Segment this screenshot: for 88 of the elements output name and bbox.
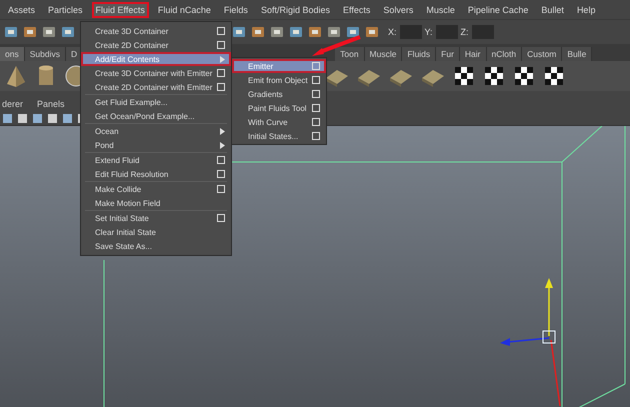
move-manipulator-drawing[interactable]	[500, 278, 561, 406]
coordinate-field[interactable]	[472, 25, 494, 39]
menu-bar-item[interactable]: Solvers	[381, 4, 416, 16]
shelf-tab[interactable]: Custom	[522, 47, 562, 61]
tool-icon[interactable]	[23, 25, 37, 39]
menu-item[interactable]: Emitter	[232, 59, 326, 73]
view-tool-icon[interactable]	[62, 112, 73, 124]
menu-item[interactable]: Create 2D Container	[81, 38, 231, 52]
menu-item[interactable]: Initial States...	[232, 129, 326, 143]
shelf-tab[interactable]: nCloth	[486, 47, 522, 61]
option-box-icon[interactable]	[217, 41, 225, 49]
option-box-icon[interactable]	[217, 214, 225, 222]
menu-item[interactable]: Ocean	[81, 124, 231, 138]
option-box-icon[interactable]	[217, 69, 225, 77]
tool-icon[interactable]	[270, 25, 284, 39]
view-tool-icon[interactable]	[2, 112, 13, 124]
option-box-icon[interactable]	[312, 104, 320, 112]
menu-item[interactable]: With Curve	[232, 115, 326, 129]
option-box-icon[interactable]	[217, 185, 225, 193]
menu-bar-item[interactable]: Muscle	[424, 4, 457, 16]
option-box-icon[interactable]	[217, 170, 225, 178]
option-box-icon[interactable]	[217, 83, 225, 91]
tool-icon[interactable]	[289, 25, 303, 39]
tool-icon[interactable]	[232, 25, 246, 39]
tool-icon[interactable]	[42, 25, 56, 39]
shelf-tab[interactable]: Muscle	[364, 47, 402, 61]
menu-bar-item[interactable]: Fluid nCache	[156, 4, 213, 16]
shelf-tab[interactable]: ons	[0, 47, 25, 61]
menu-bar-item[interactable]: Fluid Effects	[94, 4, 147, 16]
shelf-tab[interactable]: Hair	[460, 47, 487, 61]
menu-item[interactable]: Set Initial State	[81, 211, 231, 225]
checker-icon[interactable]	[482, 64, 506, 88]
tool-icon[interactable]	[346, 25, 360, 39]
menu-bar-item[interactable]: Soft/Rigid Bodies	[258, 4, 332, 16]
menu-item[interactable]: Add/Edit Contents	[81, 52, 231, 66]
view-tool-icon[interactable]	[17, 112, 28, 124]
menu-bar-item[interactable]: Pipeline Cache	[466, 4, 530, 16]
checker-icon[interactable]	[512, 64, 536, 88]
coordinate-field[interactable]	[436, 25, 458, 39]
menu-bar-item[interactable]: Effects	[340, 4, 372, 16]
view-tool-icon[interactable]	[47, 112, 58, 124]
option-box-icon[interactable]	[217, 27, 225, 35]
menu-item[interactable]: Gradients	[232, 87, 326, 101]
option-box-icon[interactable]	[312, 132, 320, 140]
menu-item[interactable]: Make Motion Field	[81, 196, 231, 210]
menu-item[interactable]: Get Ocean/Pond Example...	[81, 109, 231, 123]
shelf-tab[interactable]: Subdivs	[24, 47, 66, 61]
panel-menu-item[interactable]: derer	[2, 99, 24, 109]
menu-item[interactable]: Pond	[81, 138, 231, 152]
option-box-icon[interactable]	[312, 90, 320, 98]
menu-item[interactable]: Emit from Object	[232, 73, 326, 87]
menu-item[interactable]: Edit Fluid Resolution	[81, 167, 231, 181]
checker-icon[interactable]	[452, 64, 476, 88]
pyramid-icon[interactable]	[4, 64, 28, 88]
menu-bar-item[interactable]: Assets	[6, 4, 38, 16]
tool-icon[interactable]	[308, 25, 322, 39]
shelf-tab[interactable]: Fluids	[402, 47, 436, 61]
menu-bar-item[interactable]: Bullet	[539, 4, 566, 16]
coordinate-label: X:	[388, 27, 397, 37]
menu-item[interactable]: Create 3D Container	[81, 24, 231, 38]
menu-bar-item[interactable]: Fields	[222, 4, 250, 16]
menu-item[interactable]: Get Fluid Example...	[81, 95, 231, 109]
menu-item[interactable]: Create 2D Container with Emitter	[81, 80, 231, 94]
menu-item[interactable]: Paint Fluids Tool	[232, 101, 326, 115]
option-box-icon[interactable]	[312, 118, 320, 126]
checker-icon[interactable]	[542, 64, 566, 88]
coordinate-field[interactable]	[400, 25, 422, 39]
coordinate-label: Y:	[424, 27, 433, 37]
menu-item[interactable]: Create 3D Container with Emitter	[81, 66, 231, 80]
menu-item[interactable]: Save State As...	[81, 239, 231, 253]
tool-icon[interactable]	[251, 25, 265, 39]
menu-bar-item[interactable]: Help	[574, 4, 598, 16]
tool-icon[interactable]	[327, 25, 341, 39]
tool-icon[interactable]	[4, 25, 18, 39]
shelf-tab[interactable]: Bulle	[562, 47, 592, 61]
tool-icon[interactable]	[365, 25, 379, 39]
menu-item[interactable]: Clear Initial State	[81, 225, 231, 239]
panel-menu-item[interactable]: Panels	[37, 99, 65, 109]
shelf-tab[interactable]: Toon	[335, 47, 365, 61]
view-tool-icon[interactable]	[32, 112, 43, 124]
menu-item[interactable]: Make Collide	[81, 182, 231, 196]
shelf-tab[interactable]: Fur	[436, 47, 460, 61]
option-box-icon[interactable]	[217, 156, 225, 164]
tool-icon[interactable]	[61, 25, 75, 39]
menu-item[interactable]: Extend Fluid	[81, 153, 231, 167]
coordinate-label: Z:	[460, 27, 469, 37]
option-box-icon[interactable]	[312, 76, 320, 84]
menu-bar-item[interactable]: Particles	[46, 4, 85, 16]
